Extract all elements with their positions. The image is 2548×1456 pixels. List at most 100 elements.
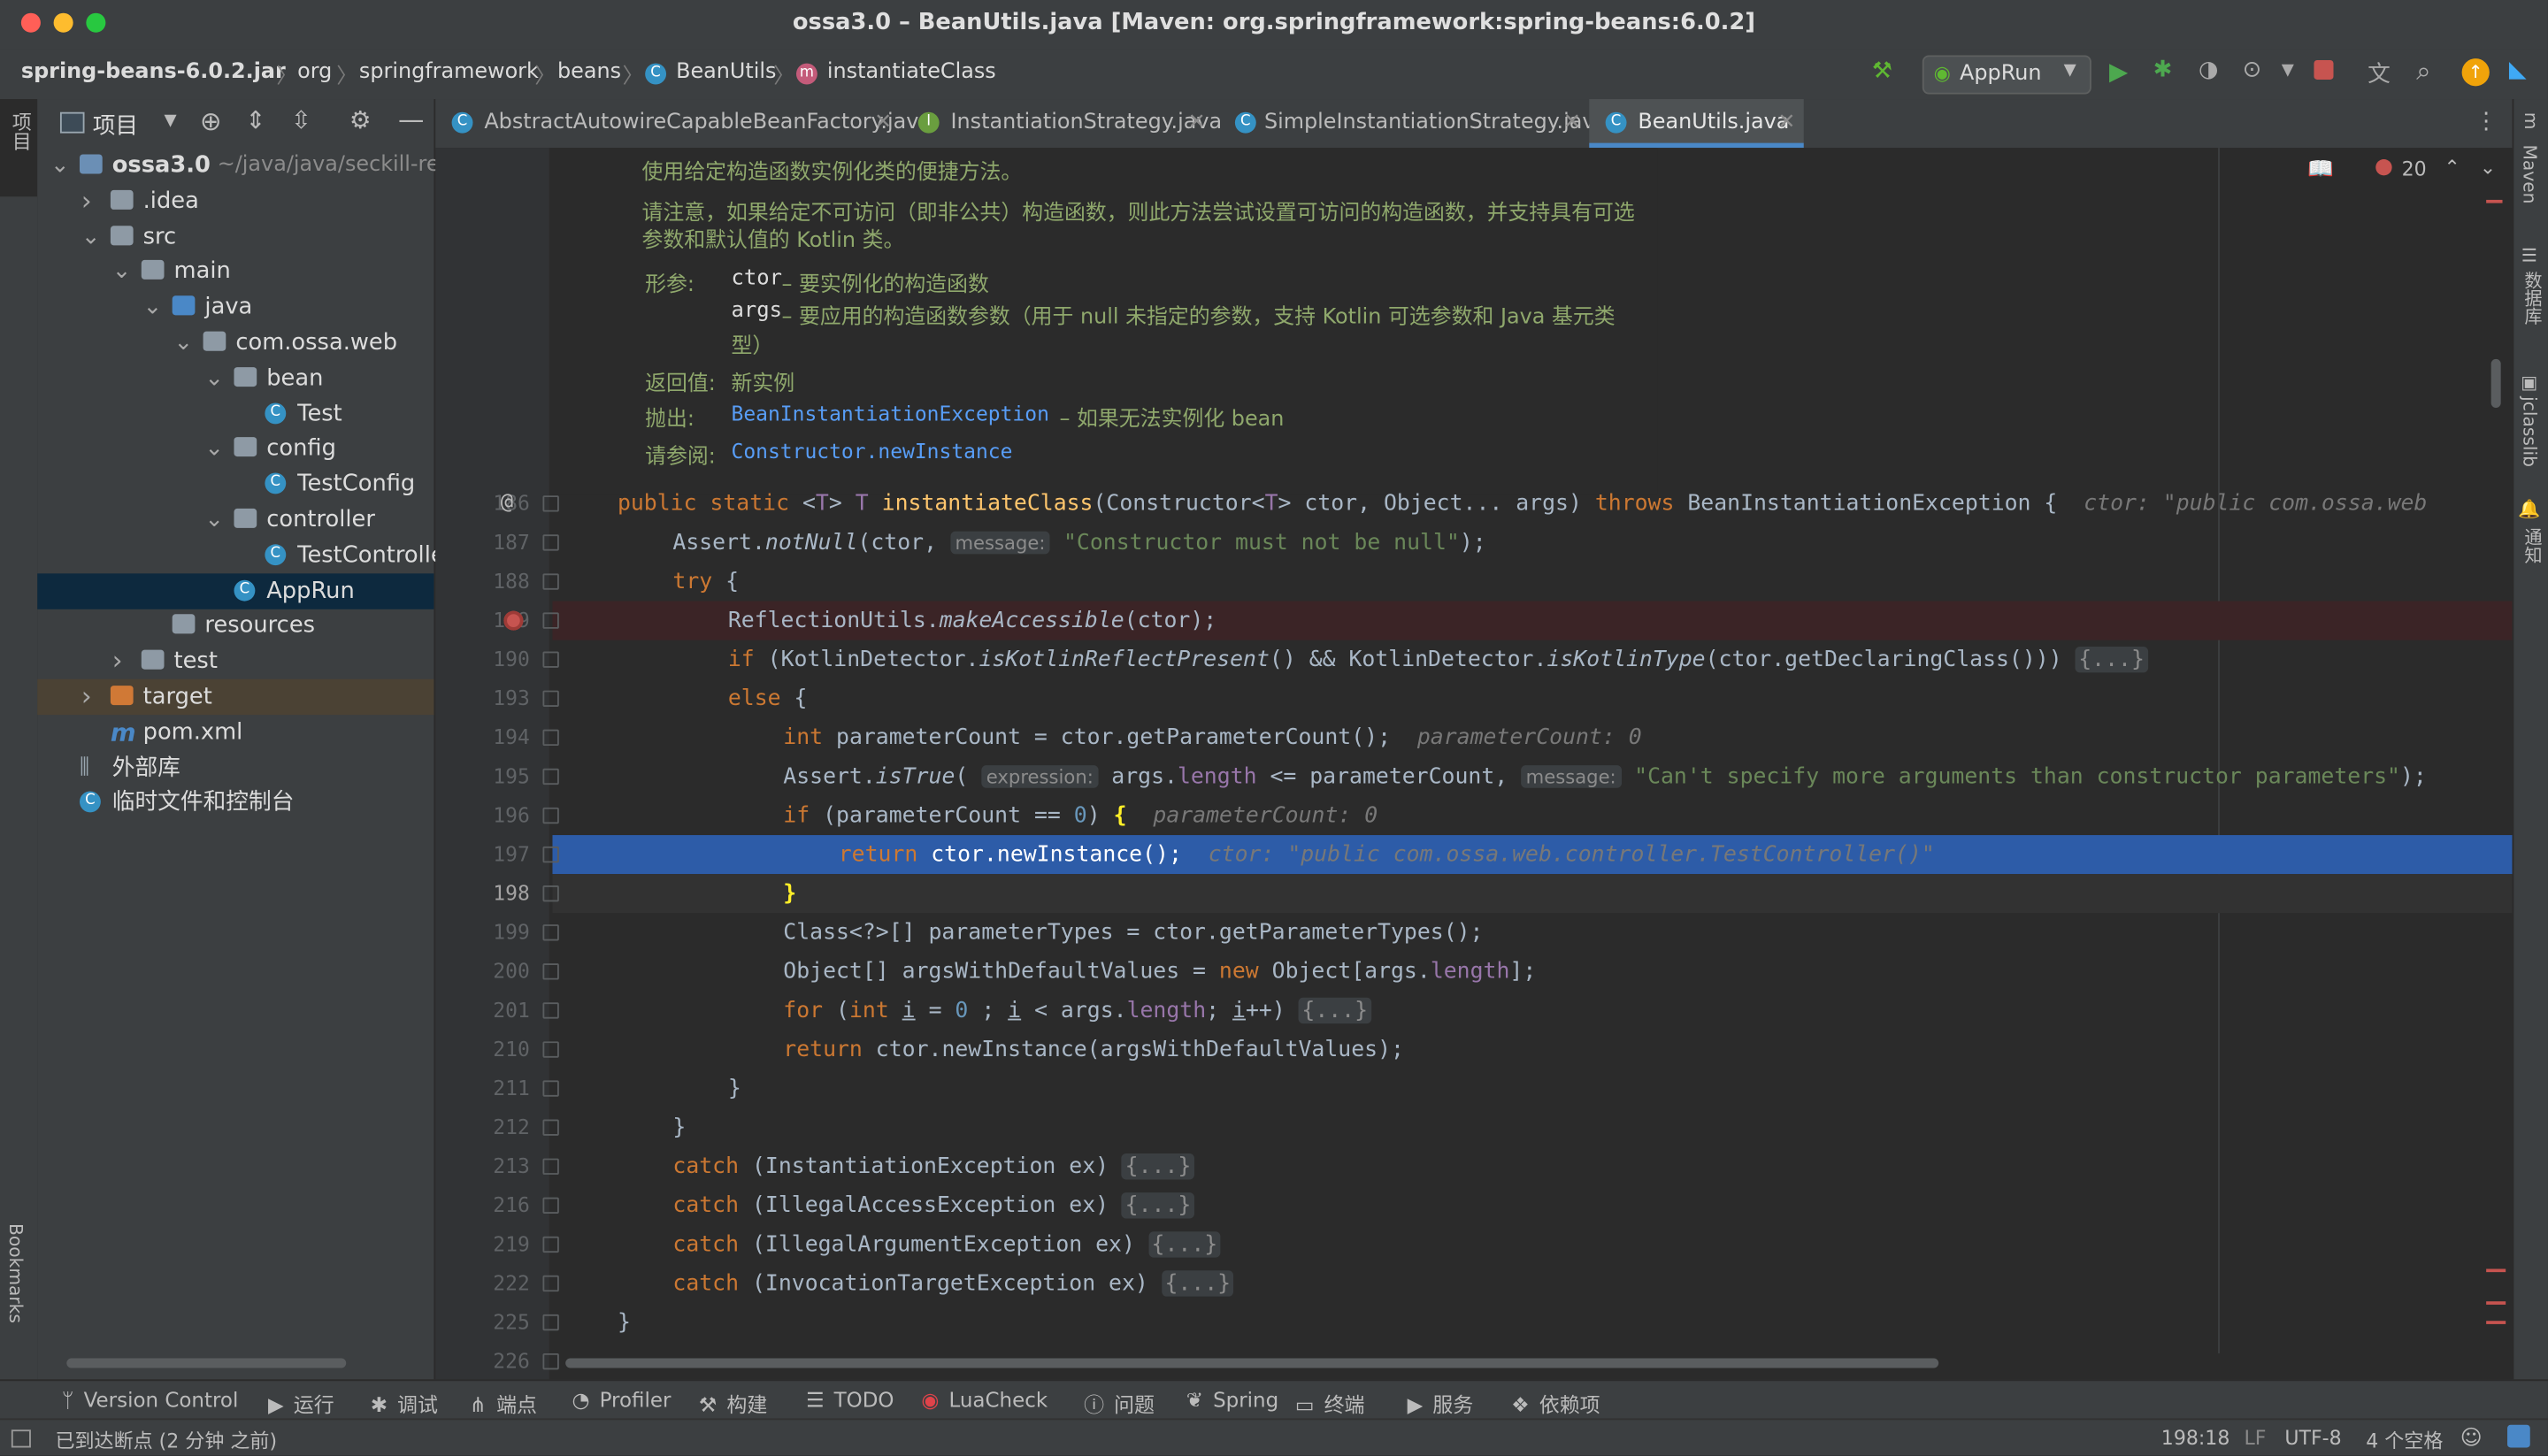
project-tool-button[interactable]: 项目 [0, 99, 38, 197]
close-icon[interactable]: ✕ [1777, 99, 1795, 148]
vertical-scrollbar[interactable] [2490, 358, 2501, 409]
code-line[interactable]: 210 return ctor.newInstance(argsWithDefau… [435, 1030, 2512, 1069]
code-line[interactable]: 187 Assert.notNull(ctor, message: "Constr… [435, 523, 2512, 562]
close-icon[interactable]: ✕ [874, 99, 892, 148]
fold-marker-icon[interactable] [542, 1353, 559, 1370]
fold-marker-icon[interactable] [542, 1275, 559, 1292]
tab-abstractautowire[interactable]: C AbstractAutowireCapableBeanFactory.jav… [435, 99, 932, 148]
translate-icon[interactable]: 文 [2368, 57, 2391, 89]
jclasslib-tool-button[interactable]: jclasslib [2519, 396, 2540, 467]
fold-marker-icon[interactable] [542, 612, 559, 629]
fold-marker-icon[interactable] [542, 768, 559, 785]
chevron-down-icon[interactable]: ⌄ [204, 431, 224, 466]
project-panel-title[interactable]: 项目 [93, 109, 138, 142]
breadcrumb-beanutils[interactable]: BeanUtils [676, 60, 776, 85]
code-line[interactable]: 196 if (parameterCount == 0) { parameterC… [435, 796, 2512, 835]
breadcrumb-org[interactable]: org [297, 60, 332, 85]
tool-window-services[interactable]: ▶ 服务 [1408, 1388, 1474, 1419]
tool-window-todo[interactable]: ☰ TODO [806, 1388, 894, 1413]
breadcrumb-beans[interactable]: beans [557, 60, 621, 85]
fold-marker-icon[interactable] [542, 651, 559, 668]
code-line[interactable]: 212} [435, 1108, 2512, 1147]
tree-item-src[interactable]: ⌄ src [37, 218, 434, 254]
fold-marker-icon[interactable] [542, 495, 559, 512]
tree-item-java[interactable]: ⌄ java [37, 289, 434, 325]
tree-item-controller[interactable]: ⌄ controller [37, 502, 434, 538]
tool-window-terminal[interactable]: ▭ 终端 [1295, 1388, 1365, 1419]
breadcrumb-method[interactable]: instantiateClass [827, 60, 996, 85]
chevron-down-icon[interactable]: ⌄ [204, 360, 224, 395]
tool-window-dependencies[interactable]: ❖ 依赖项 [1511, 1388, 1600, 1419]
fold-marker-icon[interactable] [542, 963, 559, 980]
tab-instantiationstrategy[interactable]: I InstantiationStrategy.java ✕ [899, 99, 1222, 148]
caret-position[interactable]: 198:18 [2161, 1427, 2230, 1450]
fold-marker-icon[interactable] [542, 1314, 559, 1331]
fold-marker-icon[interactable] [542, 924, 559, 941]
next-error-icon[interactable]: ⌄ [2480, 156, 2496, 179]
fold-marker-icon[interactable] [542, 1002, 559, 1019]
locate-icon[interactable]: ⊕ [200, 105, 222, 136]
code-line[interactable]: 201 for (int i = 0 ; i < args.length; i++… [435, 991, 2512, 1030]
line-separator[interactable]: LF [2244, 1427, 2266, 1450]
fold-marker-icon[interactable] [542, 1119, 559, 1136]
code-line[interactable]: 199 Class<?>[] parameterTypes = ctor.getP… [435, 913, 2512, 952]
fold-marker-icon[interactable] [542, 1158, 559, 1175]
code-line[interactable]: 216 catch (IllegalAccessException ex) {..… [435, 1186, 2512, 1225]
code-line[interactable]: 198} [435, 874, 2513, 914]
tree-item-idea[interactable]: › .idea [37, 183, 434, 218]
maven-tool-button[interactable]: Maven [2519, 144, 2540, 203]
chevron-right-icon[interactable]: › [81, 679, 92, 715]
tab-simpleinstantiationstrategy[interactable]: C SimpleInstantiationStrategy.java ✕ [1216, 99, 1608, 148]
code-line[interactable]: 200 Object[] argsWithDefaultValues = new … [435, 952, 2512, 991]
fold-marker-icon[interactable] [542, 1041, 559, 1058]
fold-marker-icon[interactable] [542, 690, 559, 707]
fold-marker-icon[interactable] [542, 1197, 559, 1215]
close-icon[interactable]: ✕ [1563, 99, 1581, 148]
code-line[interactable]: 193 else { [435, 679, 2512, 718]
tool-window-endpoints[interactable]: ⋔ 端点 [470, 1388, 537, 1419]
chevron-down-icon[interactable]: ⌄ [81, 218, 101, 254]
doc-throws-link[interactable]: BeanInstantiationException [732, 402, 1049, 426]
tree-item-main[interactable]: ⌄ main [37, 254, 434, 289]
fold-marker-icon[interactable] [542, 1236, 559, 1253]
code-line[interactable]: 195 Assert.isTrue( expression: args.lengt… [435, 757, 2512, 796]
build-hammer-icon[interactable]: ⚒ [1872, 58, 1892, 84]
code-line[interactable]: 189ReflectionUtils.makeAccessible(ctor); [435, 601, 2513, 640]
override-marker-icon[interactable]: @ [501, 484, 513, 523]
fold-marker-icon[interactable] [542, 807, 559, 824]
stop-icon[interactable] [2314, 59, 2334, 80]
code-line[interactable]: 211} [435, 1069, 2512, 1108]
tree-item-testcontroller[interactable]: C TestController [37, 538, 454, 573]
tree-item-com-ossa-web[interactable]: ⌄ com.ossa.web [37, 325, 434, 360]
run-config-selector[interactable]: ◉ AppRun ▼ [1922, 55, 2091, 95]
tree-item-config[interactable]: ⌄ config [37, 431, 434, 466]
more-run-chevron-icon[interactable]: ▼ [2282, 62, 2294, 80]
code-line[interactable]: 194 int parameterCount = ctor.getParamete… [435, 718, 2512, 757]
tree-item-apprun[interactable]: C AppRun [37, 572, 434, 609]
chevron-down-icon[interactable]: ⌄ [50, 148, 70, 183]
code-line[interactable]: 213 catch (InstantiationException ex) {..… [435, 1147, 2512, 1186]
indent-setting[interactable]: 4 个空格 [2366, 1427, 2443, 1454]
fold-marker-icon[interactable] [542, 573, 559, 590]
database-tool-button[interactable]: 数据库 [2519, 272, 2544, 326]
tool-window-spring[interactable]: ❦ Spring [1186, 1388, 1278, 1413]
code-line[interactable]: 188 try { [435, 562, 2512, 601]
chevron-right-icon[interactable]: › [112, 644, 123, 679]
gear-icon[interactable]: ⚙ [349, 105, 372, 134]
tool-window-build[interactable]: ⚒ 构建 [699, 1388, 768, 1419]
breakpoint-icon[interactable] [503, 610, 524, 631]
code-line[interactable]: 197 return ctor.newInstance(); ctor: "pub… [435, 835, 2513, 875]
fold-marker-icon[interactable] [542, 1080, 559, 1097]
tree-item-test[interactable]: › test [37, 644, 434, 679]
collapse-all-icon[interactable]: ⇳ [291, 105, 311, 134]
code-line[interactable]: 222 catch (InvocationTargetException ex) … [435, 1264, 2512, 1303]
notifications-tool-button[interactable]: 通知 [2519, 528, 2544, 563]
horizontal-scrollbar[interactable] [66, 1358, 347, 1368]
breadcrumb-springframework[interactable]: springframework [359, 60, 539, 85]
code-line[interactable]: 186 @ public static <T> T instantiateClass… [435, 484, 2512, 523]
fold-marker-icon[interactable] [542, 729, 559, 747]
code-editor[interactable]: 使用给定构造函数实例化类的便捷方法。 请注意，如果给定不可访问（即非公共）构造函… [435, 148, 2513, 1380]
tree-item-target[interactable]: › target [37, 678, 434, 716]
tool-window-profiler[interactable]: ◔ Profiler [572, 1388, 672, 1413]
tree-item-test[interactable]: C Test [37, 395, 434, 431]
